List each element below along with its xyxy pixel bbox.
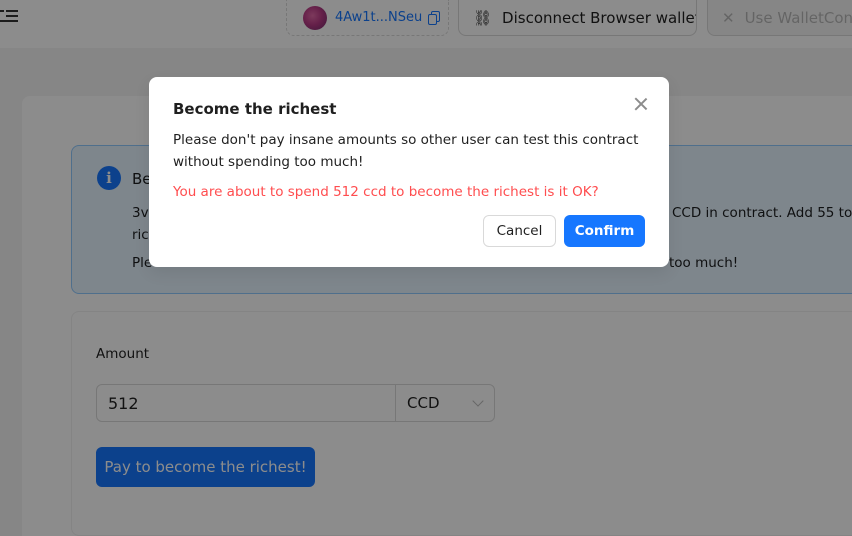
confirm-button[interactable]: Confirm [564, 215, 645, 247]
modal-title: Become the richest [173, 100, 337, 118]
cancel-button[interactable]: Cancel [483, 215, 556, 247]
confirm-modal: Become the richest Please don't pay insa… [149, 77, 669, 267]
page: 4Aw1t...NSeu ⛓ Disconnect Browser wallet… [0, 0, 852, 536]
modal-warning: You are about to spend 512 ccd to become… [173, 184, 599, 200]
modal-body: Please don't pay insane amounts so other… [173, 132, 639, 170]
close-icon[interactable] [631, 94, 651, 114]
